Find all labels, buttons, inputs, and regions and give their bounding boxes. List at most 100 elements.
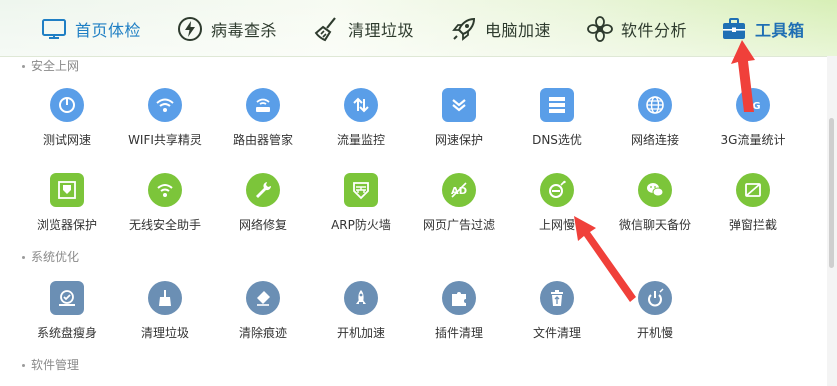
up-down-arrows-icon (344, 88, 378, 122)
tool-label: 插件清理 (434, 326, 483, 340)
tool-label: 上网慢 (538, 218, 575, 232)
scrollbar[interactable] (827, 56, 837, 386)
section-label: 安全上网 (31, 59, 80, 73)
3g-icon-text: 3G (745, 101, 760, 112)
tool-label: 流量监控 (336, 133, 385, 147)
broom-icon (148, 281, 182, 315)
power-snail-icon (638, 281, 672, 315)
tool-speed-test[interactable]: 测试网速 (17, 88, 117, 158)
trash-icon (540, 281, 574, 315)
shield-chevron-icon (442, 88, 476, 122)
bullet-dot (22, 256, 25, 259)
tool-wifi-share[interactable]: WIFI共享精灵 (115, 88, 215, 158)
tool-label: 网络连接 (630, 133, 679, 147)
tool-network-connection[interactable]: 网络连接 (605, 88, 705, 158)
broom-icon (314, 17, 336, 42)
tool-clear-traces[interactable]: 清除痕迹 (213, 281, 313, 351)
tool-label: ARP防火墙 (331, 218, 391, 232)
tab-label: 工具箱 (755, 21, 805, 40)
tab-label: 电脑加速 (485, 21, 552, 40)
tool-clean-junk[interactable]: 清理垃圾 (115, 281, 215, 351)
tool-boot-speedup[interactable]: 开机加速 (311, 281, 411, 351)
tool-label: 清除痕迹 (238, 326, 287, 340)
wrench-icon (246, 173, 280, 207)
tool-label: 3G流量统计 (720, 133, 786, 147)
tool-3g-traffic[interactable]: 3G 3G流量统计 (703, 88, 803, 158)
toolbox-icon (723, 18, 745, 39)
section-title-software-manage: 软件管理 (22, 356, 79, 373)
tool-label: DNS选优 (532, 133, 582, 147)
popup-block-icon (736, 173, 770, 207)
tool-traffic-monitor[interactable]: 流量监控 (311, 88, 411, 158)
globe-icon (638, 88, 672, 122)
tab-label: 清理垃圾 (348, 21, 415, 40)
tab-speed-up[interactable]: 电脑加速 (450, 8, 551, 50)
tab-virus-scan[interactable]: 病毒查杀 (176, 8, 277, 50)
tab-label: 首页体检 (75, 21, 142, 40)
scrollbar-thumb[interactable] (829, 118, 834, 268)
tool-slow-boot[interactable]: 开机慢 (605, 281, 705, 351)
bullet-dot (22, 364, 25, 367)
fan-icon (587, 16, 613, 42)
router-icon (246, 88, 280, 122)
puzzle-icon (442, 281, 476, 315)
tool-label: 文件清理 (532, 326, 581, 340)
section-title-net-security: 安全上网 (22, 57, 79, 74)
tab-home-check[interactable]: 首页体检 (40, 8, 141, 50)
tool-wechat-backup[interactable]: 微信聊天备份 (605, 173, 705, 243)
tool-label: 无线安全助手 (128, 218, 201, 232)
wifi-icon (148, 88, 182, 122)
wechat-icon (638, 173, 672, 207)
tab-label: 软件分析 (621, 21, 688, 40)
tool-browser-protect[interactable]: 浏览器保护 (17, 173, 117, 243)
firewall-icon (344, 173, 378, 207)
tool-network-repair[interactable]: 网络修复 (213, 173, 313, 243)
tool-label: 开机慢 (636, 326, 673, 340)
tab-label: 病毒查杀 (211, 21, 278, 40)
section-title-system-optimize: 系统优化 (22, 248, 79, 265)
tool-label: 网络修复 (238, 218, 287, 232)
ad-block-icon: AD (442, 173, 476, 207)
tool-label: WIFI共享精灵 (128, 133, 202, 147)
browser-snail-icon (540, 173, 574, 207)
tool-label: 微信聊天备份 (618, 218, 691, 232)
tool-label: 浏览器保护 (36, 218, 97, 232)
tool-arp-firewall[interactable]: ARP防火墙 (311, 173, 411, 243)
tool-dns-optimize[interactable]: DNS选优 (507, 88, 607, 158)
bullet-dot (22, 65, 25, 68)
tool-popup-block[interactable]: 弹窗拦截 (703, 173, 803, 243)
tool-label: 网页广告过滤 (422, 218, 495, 232)
browser-shield-icon (50, 173, 84, 207)
tool-slow-internet[interactable]: 上网慢 (507, 173, 607, 243)
wifi-shield-icon (148, 173, 182, 207)
tool-file-clean[interactable]: 文件清理 (507, 281, 607, 351)
3g-icon: 3G (736, 88, 770, 122)
tool-label: 路由器管家 (232, 133, 293, 147)
speed-gauge-icon (50, 88, 84, 122)
tool-label: 系统盘瘦身 (36, 326, 97, 340)
monitor-icon (42, 19, 66, 39)
tool-speed-protect[interactable]: 网速保护 (409, 88, 509, 158)
tab-software-analysis[interactable]: 软件分析 (586, 8, 687, 50)
tool-label: 弹窗拦截 (728, 218, 777, 232)
rocket-icon (452, 17, 476, 41)
disk-check-icon (50, 281, 84, 315)
tab-toolbox[interactable]: 工具箱 (720, 8, 805, 50)
tool-router-manager[interactable]: 路由器管家 (213, 88, 313, 158)
top-nav: 首页体检 病毒查杀 清理垃圾 电脑加速 软件分析 工具箱 (0, 0, 837, 57)
tool-wireless-security[interactable]: 无线安全助手 (115, 173, 215, 243)
tool-label: 网速保护 (434, 133, 483, 147)
tool-label: 开机加速 (336, 326, 385, 340)
tool-label: 清理垃圾 (140, 326, 189, 340)
lightning-icon (178, 17, 202, 41)
tab-clean-junk[interactable]: 清理垃圾 (313, 8, 414, 50)
tool-label: 测试网速 (42, 133, 91, 147)
server-icon (540, 88, 574, 122)
section-label: 系统优化 (31, 250, 80, 264)
tool-plugin-clean[interactable]: 插件清理 (409, 281, 509, 351)
rocket-icon (344, 281, 378, 315)
eraser-icon (246, 281, 280, 315)
tool-ad-filter[interactable]: AD 网页广告过滤 (409, 173, 509, 243)
section-label: 软件管理 (31, 358, 80, 372)
tool-system-disk-slim[interactable]: 系统盘瘦身 (17, 281, 117, 351)
